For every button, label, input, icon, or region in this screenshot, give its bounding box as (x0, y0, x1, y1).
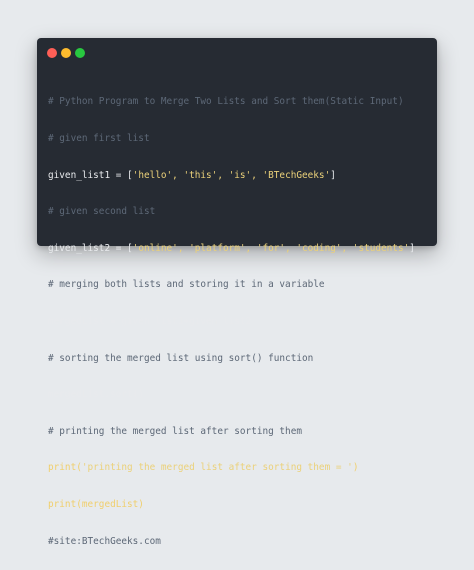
code-line: mergedList = given_list1+given_list2 (48, 316, 415, 328)
string-text: 'online', 'platform', 'for', 'coding', '… (132, 242, 410, 254)
code-window: # Python Program to Merge Two Lists and … (37, 38, 437, 547)
code-text: ] (409, 242, 415, 254)
code-text: given_list1 = [ (48, 169, 133, 181)
comment-text: # given first list (48, 133, 150, 144)
code-text: print(mergedList) (48, 498, 144, 510)
code-text: mergedList.sort() (48, 389, 144, 401)
code-text: given_list2 = [ (48, 242, 133, 254)
code-block: # Python Program to Merge Two Lists and … (48, 72, 415, 570)
code-line: mergedList.sort() (48, 389, 415, 401)
string-text: 'printing the merged list after sorting … (81, 462, 353, 474)
code-text: mergedList = given_list1+given_list2 (48, 315, 252, 327)
code-line: print(mergedList) (48, 499, 415, 511)
code-text: ) (352, 462, 359, 474)
comment-text: # sorting the merged list using sort() f… (48, 352, 314, 364)
code-line: # merging both lists and storing it in a… (48, 279, 415, 291)
comment-text: # given second list (48, 206, 156, 218)
code-text: print( (48, 462, 82, 474)
code-line: # given second list (48, 206, 415, 218)
comment-text: #site:BTechGeeks.com (48, 535, 161, 547)
minimize-dot-icon[interactable] (61, 48, 71, 58)
string-text: 'hello', 'this', 'is', 'BTechGeeks' (132, 169, 331, 181)
code-line: given_list1 = ['hello', 'this', 'is', 'B… (48, 170, 415, 182)
code-line: # sorting the merged list using sort() f… (48, 353, 415, 365)
code-line: print('printing the merged list after so… (48, 462, 415, 474)
code-line: # Python Program to Merge Two Lists and … (48, 96, 415, 108)
maximize-dot-icon[interactable] (75, 48, 85, 58)
code-line: # printing the merged list after sorting… (48, 426, 415, 438)
code-line: given_list2 = ['online', 'platform', 'fo… (48, 243, 415, 255)
code-text: ] (330, 169, 336, 181)
code-line: #site:BTechGeeks.com (48, 536, 415, 548)
code-line: # given first list (48, 133, 415, 145)
comment-text: # printing the merged list after sorting… (48, 425, 302, 437)
window-controls (47, 48, 85, 58)
comment-text: # Python Program to Merge Two Lists and … (48, 96, 404, 108)
close-dot-icon[interactable] (47, 48, 57, 58)
